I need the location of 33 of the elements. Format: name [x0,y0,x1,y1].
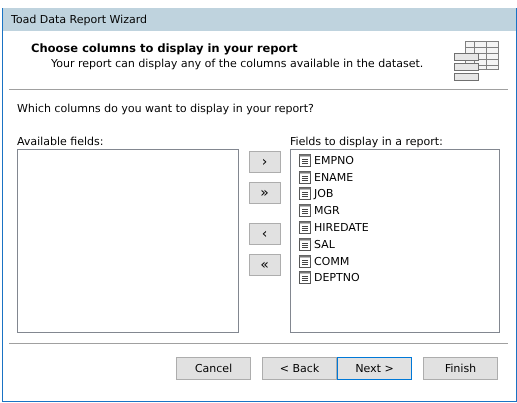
move-button[interactable]: ‹ [248,223,280,245]
wizard-button[interactable]: Cancel [176,357,251,380]
wizard-button[interactable]: < Back [262,357,337,380]
move-button[interactable]: › [248,151,280,173]
field-name[interactable]: DEPTNO [314,271,360,284]
field-icon [299,238,311,251]
selected-fields-list[interactable]: EMPNO ENAME JOB MGR HIREDATE SAL COMM DEPTNO [290,149,500,333]
field-name[interactable]: SAL [314,238,335,251]
field-icon [299,170,311,184]
field-icon [299,204,311,218]
page-description: Your report can display any of the columns available in the dataset. [51,57,424,70]
field-name[interactable]: JOB [314,187,334,200]
wizard-button[interactable]: Next > [337,357,412,380]
field-name[interactable]: COMM [314,254,350,268]
field-name[interactable]: MGR [314,204,340,218]
field-icon [299,271,311,284]
field-name[interactable]: ENAME [314,170,354,184]
field-name[interactable]: EMPNO [314,154,354,167]
list-label: Fields to display in a report: [290,135,444,148]
field-icon [299,187,311,200]
field-icon [299,154,311,167]
field-icon [299,221,311,234]
move-button[interactable]: « [248,254,280,276]
page-heading: Choose columns to display in your report [31,41,299,55]
window-title: Toad Data Report Wizard [3,8,516,31]
field-icon [299,254,311,268]
table-icon [454,41,500,82]
wizard-button[interactable]: Finish [423,357,498,380]
move-button[interactable]: » [248,182,280,204]
list-label: Available fields: [17,135,104,148]
field-name[interactable]: HIREDATE [314,221,369,234]
question-text: Which columns do you want to display in your report? [17,102,315,115]
available-fields-list[interactable] [17,149,239,333]
